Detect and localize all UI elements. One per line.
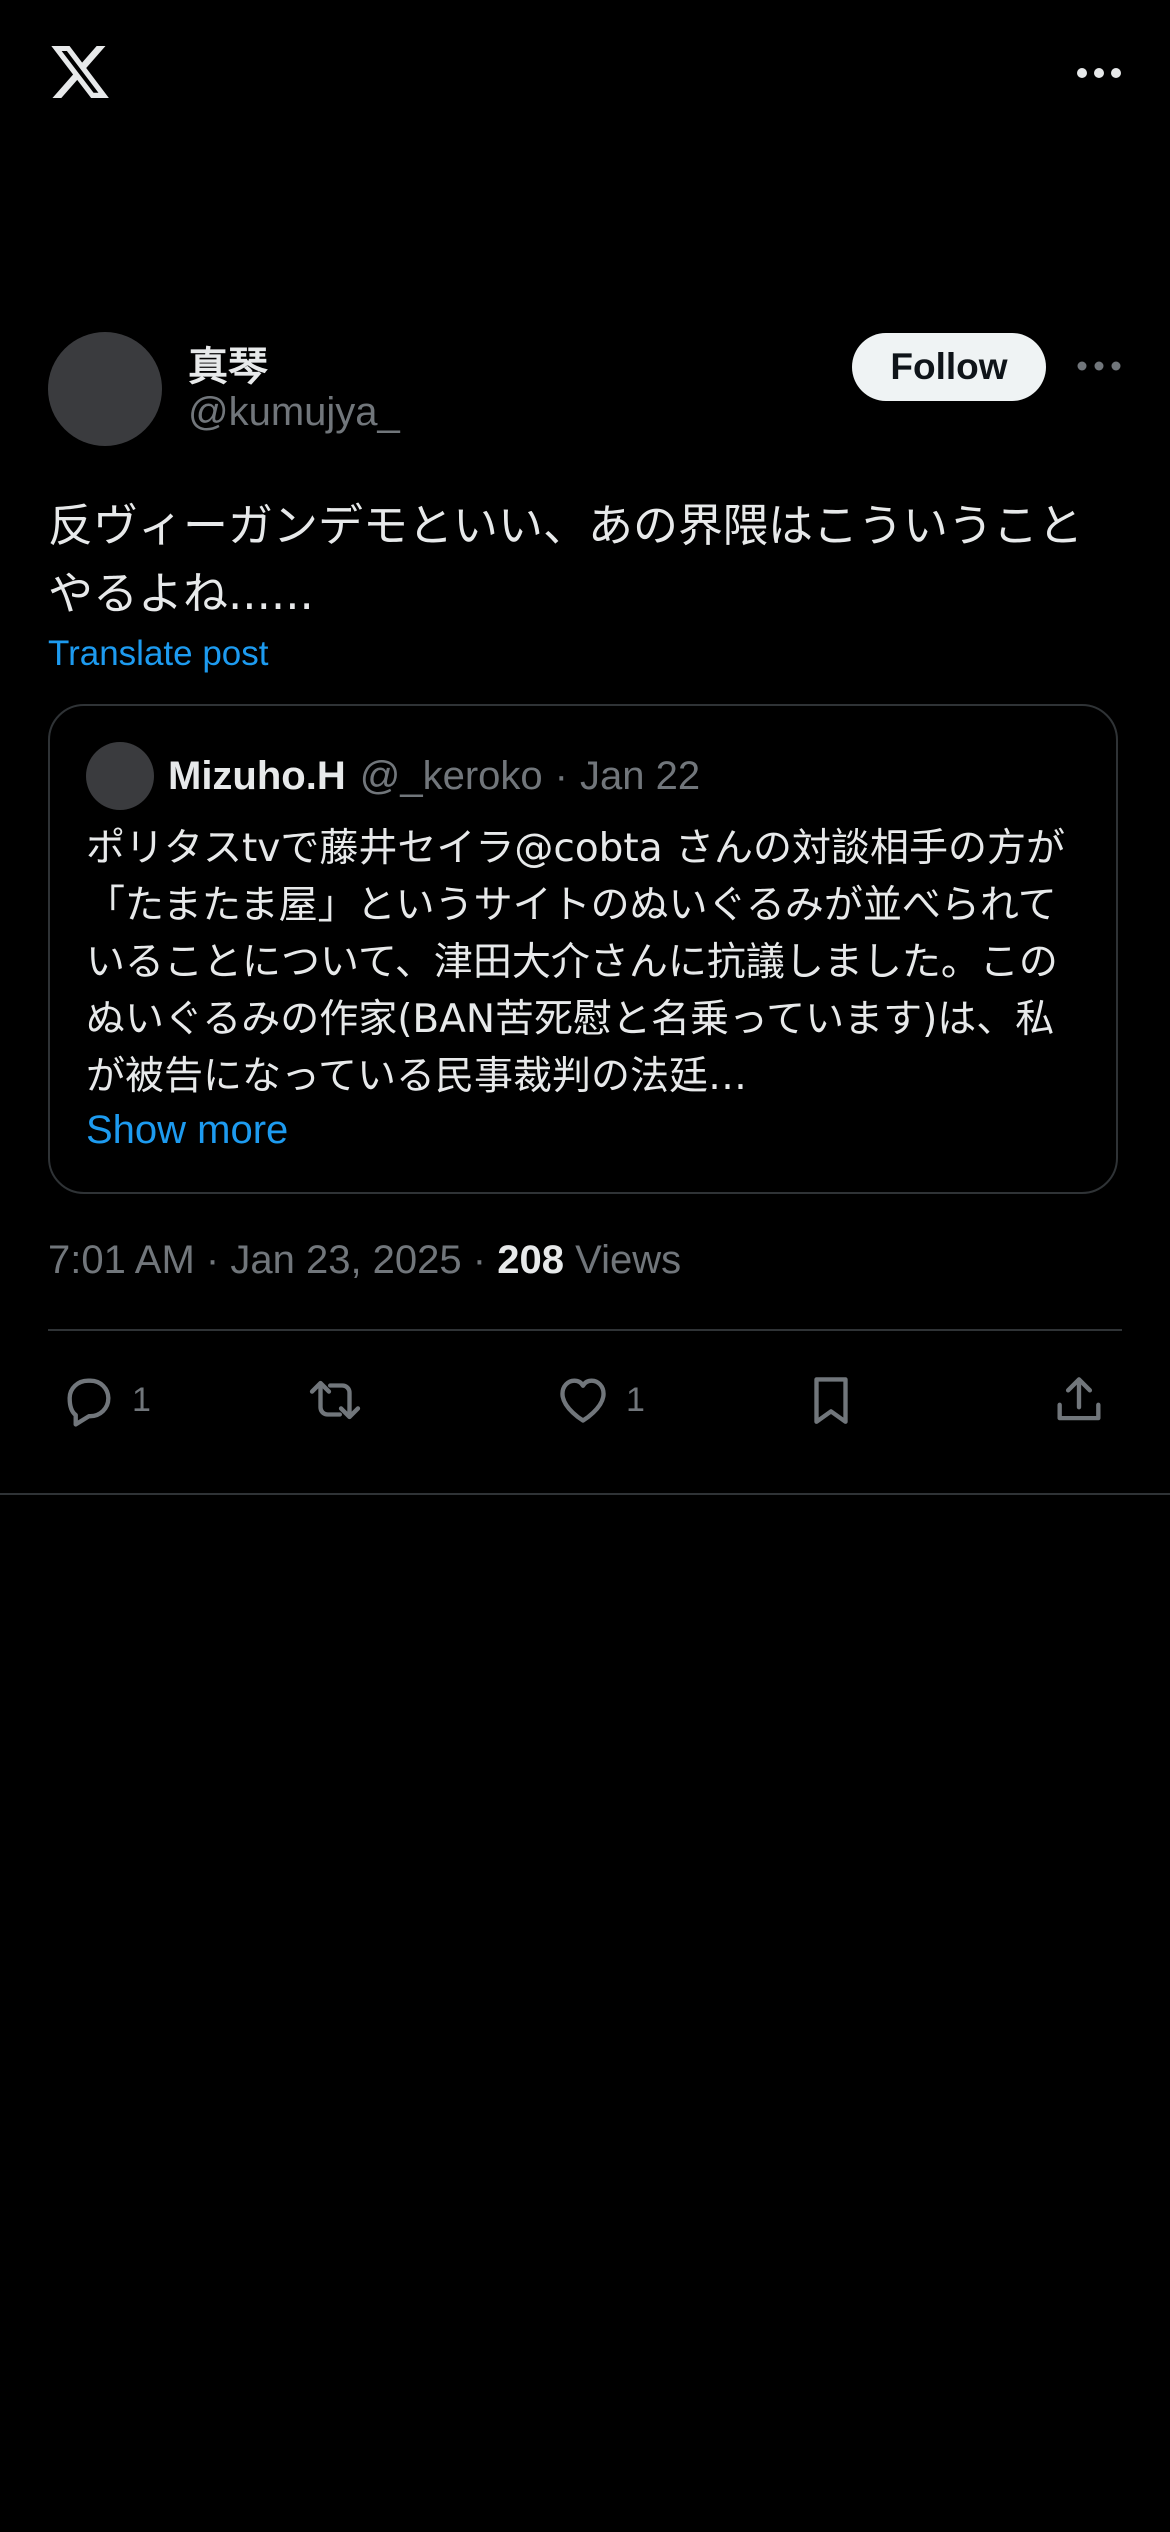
views-label: Views xyxy=(575,1238,682,1282)
follow-button[interactable]: Follow xyxy=(852,333,1046,401)
avatar[interactable] xyxy=(48,332,162,446)
post-date: Jan 23, 2025 xyxy=(230,1238,462,1282)
separator-dot: · xyxy=(554,753,568,798)
more-options-icon[interactable] xyxy=(1076,356,1122,376)
separator-dot: · xyxy=(205,1238,220,1282)
post-text: 反ヴィーガンデモといい、あの界隈はこういうことやるよね...... xyxy=(48,499,1084,620)
author-display-name[interactable]: 真琴 xyxy=(188,334,268,392)
author-handle[interactable]: @kumujya_ xyxy=(188,390,400,435)
quoted-post[interactable]: Mizuho.H @_keroko · Jan 22 ポリタスtvで藤井セイラ@… xyxy=(48,704,1118,1194)
repost-button[interactable] xyxy=(304,1371,366,1429)
share-button[interactable] xyxy=(1050,1371,1108,1429)
reply-icon xyxy=(67,1378,111,1427)
x-logo-icon[interactable] xyxy=(46,40,114,104)
bookmark-icon xyxy=(814,1377,848,1424)
author-row: 真琴 @kumujya_ Follow xyxy=(48,330,1122,450)
post: 真琴 @kumujya_ Follow 反ヴィーガンデモといい、あの界隈はこうい… xyxy=(48,330,1122,1469)
top-bar xyxy=(0,0,1170,150)
views-count[interactable]: 208 xyxy=(497,1238,564,1282)
quoted-text: ポリタスtvで藤井セイラ@cobta さんの対談相手の方が「たまたま屋」というサ… xyxy=(86,826,1066,1099)
show-more-link[interactable]: Show more xyxy=(86,1108,288,1153)
reply-count: 1 xyxy=(132,1380,151,1419)
more-horizontal-icon[interactable] xyxy=(1074,56,1124,90)
quoted-avatar xyxy=(86,742,154,810)
reply-button[interactable]: 1 xyxy=(60,1371,151,1429)
share-icon xyxy=(1057,1377,1101,1421)
quoted-post-header: Mizuho.H @_keroko · Jan 22 xyxy=(86,742,700,810)
separator-dot: · xyxy=(472,1238,487,1282)
post-meta: 7:01 AM · Jan 23, 2025 · 208 Views xyxy=(48,1238,1122,1283)
quoted-date: Jan 22 xyxy=(579,753,701,798)
action-bar: 1 1 xyxy=(48,1331,1122,1469)
heart-icon xyxy=(560,1378,606,1423)
quoted-handle: @_keroko xyxy=(359,753,543,798)
section-divider xyxy=(0,1493,1170,1495)
bookmark-button[interactable] xyxy=(802,1371,860,1429)
translate-post-link[interactable]: Translate post xyxy=(48,634,1122,674)
like-button[interactable]: 1 xyxy=(554,1371,645,1429)
like-count: 1 xyxy=(626,1380,645,1419)
post-time: 7:01 AM xyxy=(48,1238,195,1282)
quoted-display-name: Mizuho.H xyxy=(168,753,346,798)
repost-icon xyxy=(309,1380,361,1420)
